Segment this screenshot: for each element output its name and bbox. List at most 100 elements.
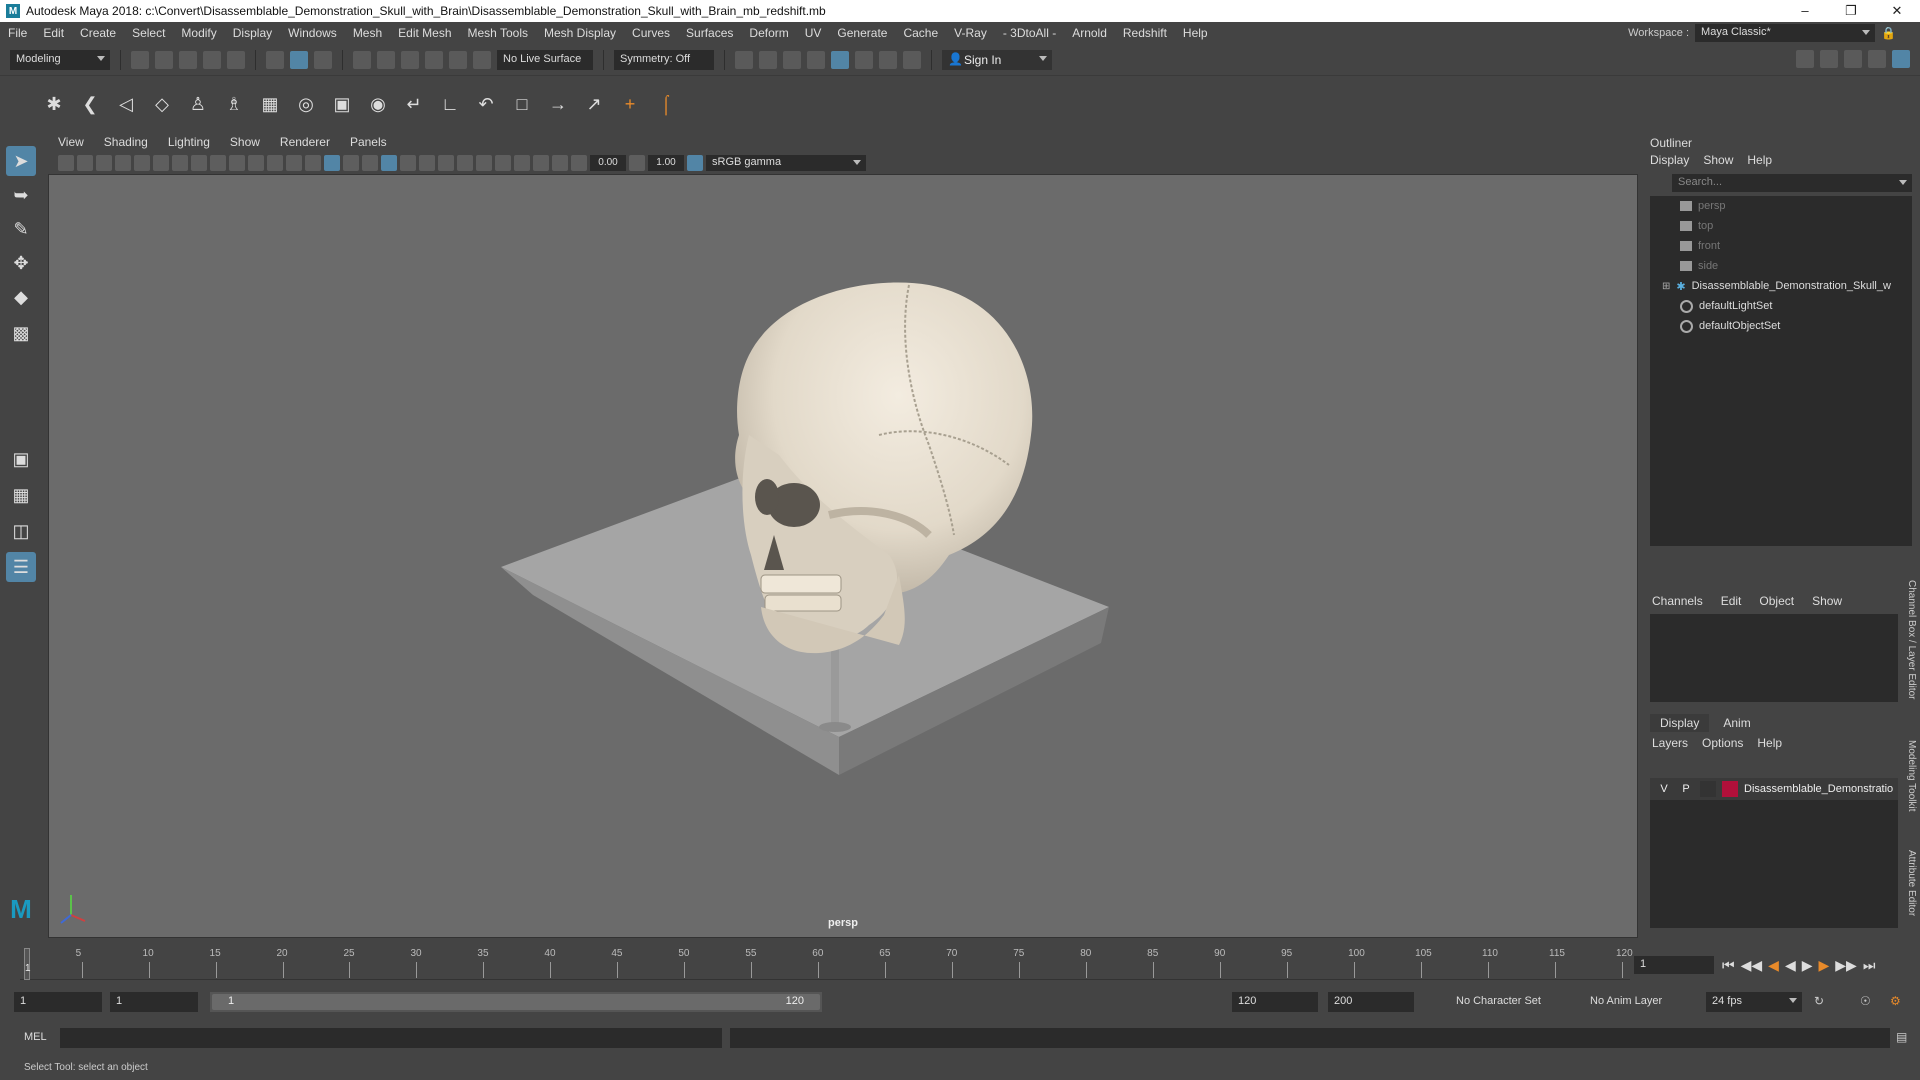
menu-modify[interactable]: Modify xyxy=(173,26,224,40)
safe-title-icon[interactable] xyxy=(286,155,302,171)
camera-attributes-icon[interactable] xyxy=(77,155,93,171)
parent-constraint-icon[interactable]: ↵ xyxy=(400,90,428,118)
pause-icon[interactable] xyxy=(903,50,921,69)
fps-dropdown[interactable]: 24 fps xyxy=(1706,992,1802,1012)
snap-grid-icon[interactable] xyxy=(353,50,371,69)
render-settings-icon[interactable] xyxy=(807,50,825,69)
depth-of-field-icon[interactable] xyxy=(476,155,492,171)
viewport-menu-shading[interactable]: Shading xyxy=(94,135,158,149)
light-editor-icon[interactable] xyxy=(879,50,897,69)
menu-mesh[interactable]: Mesh xyxy=(345,26,390,40)
tab-display[interactable]: Display xyxy=(1650,714,1710,732)
point-constraint-icon[interactable]: ∟ xyxy=(436,90,464,118)
step-forward-frame-icon[interactable]: ▶ xyxy=(1819,957,1830,974)
channel-box-icon[interactable] xyxy=(1868,50,1886,68)
channelbox-menu-channels[interactable]: Channels xyxy=(1652,594,1703,608)
four-pane-layout-icon[interactable]: ▦ xyxy=(6,480,36,510)
menuset-dropdown[interactable]: Modeling xyxy=(10,49,110,70)
lasso-tool-icon[interactable]: ➥ xyxy=(6,180,36,210)
backface-culling-icon[interactable] xyxy=(552,155,568,171)
quick-rig-icon[interactable]: ♙ xyxy=(184,90,212,118)
grease-pencil-icon[interactable] xyxy=(153,155,169,171)
image-plane-icon[interactable] xyxy=(115,155,131,171)
snap-surface-icon[interactable] xyxy=(449,50,467,69)
humanik-icon[interactable]: ♗ xyxy=(220,90,248,118)
side-tab-channel-box[interactable]: Channel Box / Layer Editor xyxy=(1906,580,1917,700)
outliner-search-input[interactable]: Search... xyxy=(1672,174,1912,192)
motion-blur-icon[interactable] xyxy=(438,155,454,171)
select-component-icon[interactable] xyxy=(314,50,332,69)
channelbox-menu-object[interactable]: Object xyxy=(1759,594,1794,608)
render-setup-icon[interactable] xyxy=(855,50,873,69)
layer-row[interactable]: V P Disassemblable_Demonstratio xyxy=(1650,778,1898,800)
use-all-lights-icon[interactable] xyxy=(381,155,397,171)
snap-view-plane-icon[interactable] xyxy=(425,50,443,69)
script-editor-icon[interactable]: ▤ xyxy=(1896,1030,1907,1044)
lock-icon[interactable]: 🔒 xyxy=(1881,26,1896,40)
viewport-menu-panels[interactable]: Panels xyxy=(340,135,397,149)
field-chart-icon[interactable] xyxy=(248,155,264,171)
lattice-icon[interactable]: ▦ xyxy=(256,90,284,118)
select-tool-icon[interactable]: ➤ xyxy=(6,146,36,176)
menu-3dtoall[interactable]: - 3DtoAll - xyxy=(995,26,1064,40)
bind-skin-icon[interactable]: ◇ xyxy=(148,90,176,118)
layer-display-type[interactable] xyxy=(1700,781,1716,797)
time-slider-playhead[interactable]: 1 xyxy=(24,948,31,980)
menu-cache[interactable]: Cache xyxy=(895,26,946,40)
scale-constraint-icon[interactable]: □ xyxy=(508,90,536,118)
ambient-occlusion-icon[interactable] xyxy=(419,155,435,171)
redo-icon[interactable] xyxy=(227,50,245,69)
viewport-menu-view[interactable]: View xyxy=(48,135,94,149)
select-camera-icon[interactable] xyxy=(58,155,74,171)
side-tab-attribute-editor[interactable]: Attribute Editor xyxy=(1906,850,1917,916)
menu-windows[interactable]: Windows xyxy=(280,26,345,40)
workspace-dropdown[interactable]: Maya Classic* xyxy=(1695,24,1876,42)
ik-spline-icon[interactable]: ◁ xyxy=(112,90,140,118)
range-slider-handle[interactable]: 1 120 xyxy=(212,994,820,1010)
ik-handle-icon[interactable]: ❮ xyxy=(76,90,104,118)
new-scene-icon[interactable] xyxy=(131,50,149,69)
paint-select-tool-icon[interactable]: ✎ xyxy=(6,214,36,244)
scene-end-field[interactable]: 200 xyxy=(1328,992,1414,1012)
outliner-menu-show[interactable]: Show xyxy=(1703,153,1733,167)
live-surface-field[interactable]: No Live Surface xyxy=(497,49,593,70)
two-pane-layout-icon[interactable]: ◫ xyxy=(6,516,36,546)
open-scene-icon[interactable] xyxy=(155,50,173,69)
safe-action-icon[interactable] xyxy=(267,155,283,171)
textured-icon[interactable] xyxy=(362,155,378,171)
snap-center-icon[interactable] xyxy=(473,50,491,69)
close-button[interactable]: ✕ xyxy=(1874,0,1920,22)
maximize-button[interactable]: ❐ xyxy=(1828,0,1874,22)
sculpt-icon[interactable]: ◉ xyxy=(364,90,392,118)
outliner-menu-help[interactable]: Help xyxy=(1747,153,1772,167)
menu-redshift[interactable]: Redshift xyxy=(1115,26,1175,40)
symmetry-dropdown[interactable]: Symmetry: Off xyxy=(614,49,714,70)
layer-playback-toggle[interactable]: P xyxy=(1678,781,1694,797)
outliner-toggle-icon[interactable] xyxy=(1892,50,1910,68)
snap-curve-icon[interactable] xyxy=(377,50,395,69)
xray-icon[interactable] xyxy=(514,155,530,171)
menu-mesh-tools[interactable]: Mesh Tools xyxy=(460,26,536,40)
viewport-menu-lighting[interactable]: Lighting xyxy=(158,135,220,149)
select-hierarchy-icon[interactable] xyxy=(266,50,284,69)
layer-color-swatch[interactable] xyxy=(1722,781,1738,797)
playback-start-field[interactable]: 1 xyxy=(110,992,198,1012)
layer-menu-layers[interactable]: Layers xyxy=(1652,736,1688,750)
play-backwards-icon[interactable]: ◀ xyxy=(1785,957,1796,974)
menu-uv[interactable]: UV xyxy=(797,26,830,40)
outliner-item-skull-group[interactable]: ⊞ ✱ Disassemblable_Demonstration_Skull_w xyxy=(1650,276,1912,296)
remove-influence-icon[interactable]: ⌠ xyxy=(652,90,680,118)
anti-aliasing-icon[interactable] xyxy=(457,155,473,171)
menu-edit[interactable]: Edit xyxy=(35,26,72,40)
film-gate-icon[interactable] xyxy=(191,155,207,171)
gamma-field[interactable]: 1.00 xyxy=(648,155,684,171)
add-influence-icon[interactable]: + xyxy=(616,90,644,118)
outliner-layout-icon[interactable]: ☰ xyxy=(6,552,36,582)
menu-surfaces[interactable]: Surfaces xyxy=(678,26,741,40)
smooth-shade-icon[interactable] xyxy=(324,155,340,171)
ipr-render-icon[interactable] xyxy=(783,50,801,69)
loop-icon[interactable]: ↻ xyxy=(1814,994,1824,1008)
go-to-end-icon[interactable]: ⏭ xyxy=(1863,957,1876,974)
wireframe-icon[interactable] xyxy=(305,155,321,171)
color-space-dropdown[interactable]: sRGB gamma xyxy=(706,155,866,171)
